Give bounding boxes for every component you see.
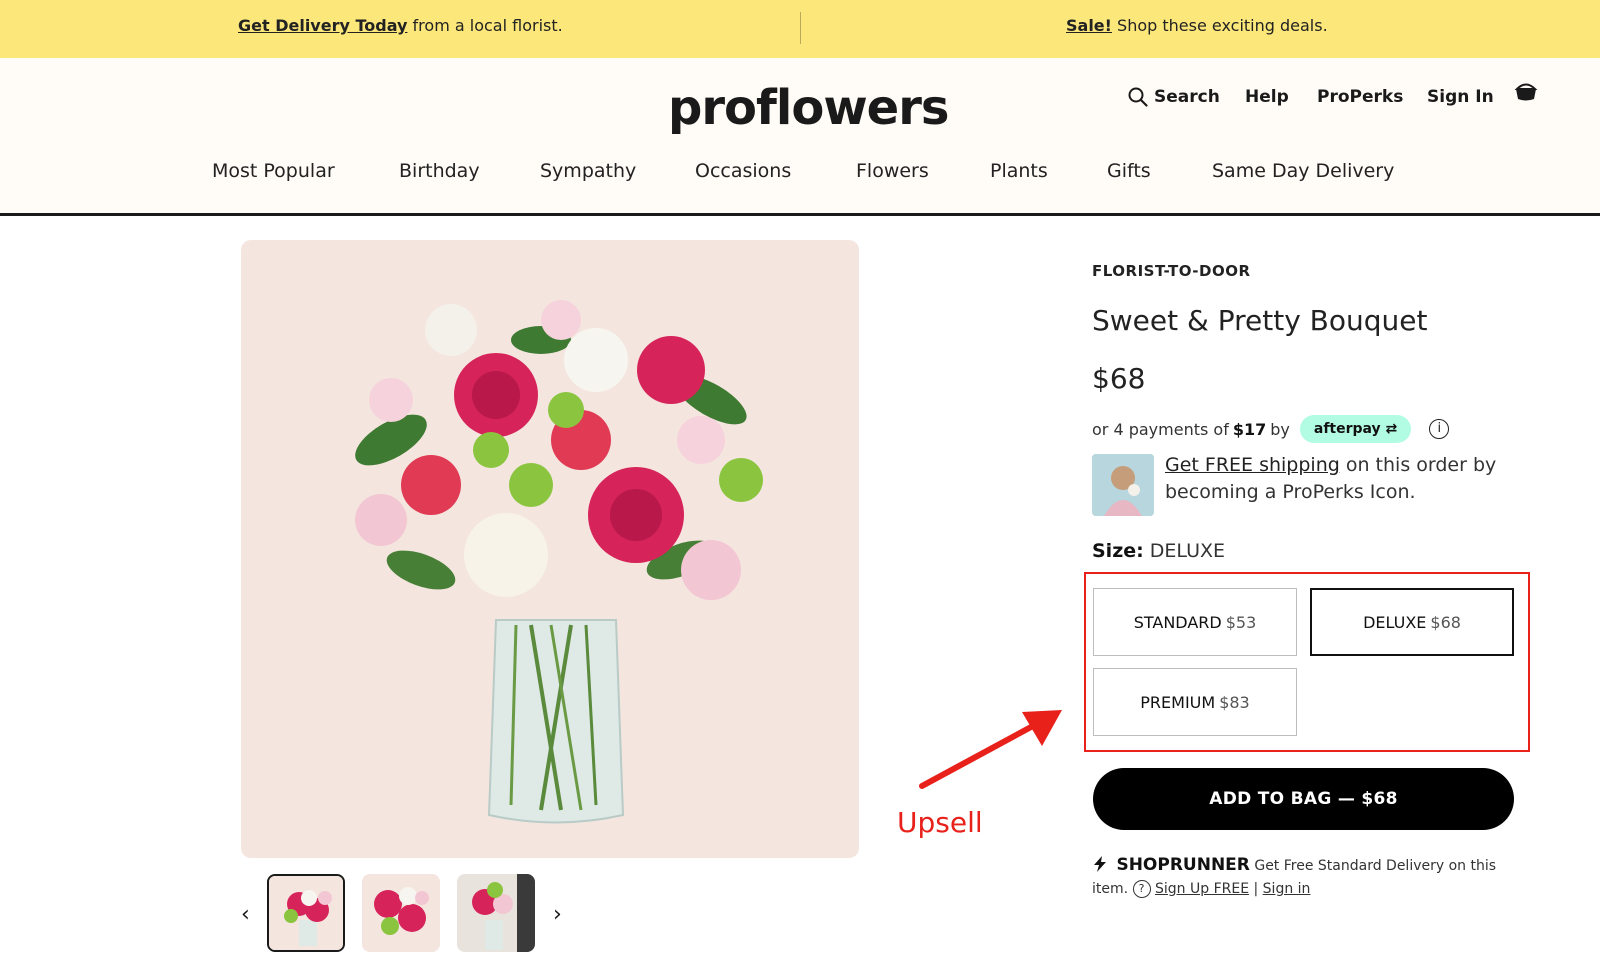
site-header: proflowers Search Help ProPerks Sign In … xyxy=(0,58,1600,216)
afterpay-row: or 4 payments of $17 by afterpay ⇄ i xyxy=(1092,412,1450,446)
promo-delivery-text: from a local florist. xyxy=(407,16,563,35)
size-label: Size: xyxy=(1092,540,1144,562)
afterpay-prefix: or 4 payments of xyxy=(1092,419,1229,439)
properks-person-image xyxy=(1092,454,1154,516)
size-value: DELUXE xyxy=(1149,540,1225,562)
thumbnail-gallery: ‹ › xyxy=(241,874,571,958)
shoprunner-logo: SHOPRUNNER xyxy=(1116,855,1250,875)
search-icon xyxy=(1128,87,1148,107)
afterpay-badge[interactable]: afterpay ⇄ xyxy=(1299,415,1412,443)
size-selector-label: Size: DELUXE xyxy=(1092,540,1225,562)
thumbnail-2[interactable] xyxy=(362,874,440,952)
main-nav: Most Popular Birthday Sympathy Occasions… xyxy=(0,160,1600,200)
upsell-annotation-label: Upsell xyxy=(897,806,983,839)
size-option-name: PREMIUM xyxy=(1140,692,1216,712)
product-image[interactable] xyxy=(241,240,859,858)
shoprunner-signup-link[interactable]: Sign Up FREE xyxy=(1155,881,1249,897)
help-link[interactable]: Help xyxy=(1245,82,1289,112)
nav-same-day-delivery[interactable]: Same Day Delivery xyxy=(1212,160,1394,182)
size-option-standard[interactable]: STANDARD $53 xyxy=(1093,588,1297,656)
add-to-bag-button[interactable]: ADD TO BAG — $68 xyxy=(1093,768,1514,830)
annotation-arrow-icon xyxy=(919,710,1062,789)
chevron-right-icon[interactable]: › xyxy=(553,902,562,927)
thumbnail-bouquet-image xyxy=(269,876,343,950)
search-button[interactable]: Search xyxy=(1128,82,1220,112)
thumbnail-1[interactable] xyxy=(267,874,345,952)
size-option-price: $53 xyxy=(1225,612,1257,632)
promo-delivery-link[interactable]: Get Delivery Today xyxy=(238,16,407,35)
promo-sale-link[interactable]: Sale! xyxy=(1066,16,1112,35)
size-option-premium[interactable]: PREMIUM $83 xyxy=(1093,668,1297,736)
basket-icon xyxy=(1514,83,1538,101)
nav-gifts[interactable]: Gifts xyxy=(1107,160,1151,182)
thumbnail-closeup-image xyxy=(362,874,440,952)
help-circle-icon[interactable]: ? xyxy=(1132,880,1151,898)
nav-occasions[interactable]: Occasions xyxy=(695,160,791,182)
chevron-left-icon[interactable]: ‹ xyxy=(241,902,250,927)
properks-promo: Get FREE shipping on this order by becom… xyxy=(1165,452,1505,506)
thumbnail-3[interactable] xyxy=(457,874,535,952)
bouquet-illustration xyxy=(355,300,763,824)
site-logo[interactable]: proflowers xyxy=(668,80,949,136)
promo-delivery-today[interactable]: Get Delivery Today from a local florist. xyxy=(238,0,563,58)
search-label: Search xyxy=(1154,87,1220,107)
nav-sympathy[interactable]: Sympathy xyxy=(540,160,636,182)
nav-flowers[interactable]: Flowers xyxy=(856,160,929,182)
product-price: $68 xyxy=(1092,362,1146,395)
product-title: Sweet & Pretty Bouquet xyxy=(1092,304,1428,337)
promo-sale[interactable]: Sale! Shop these exciting deals. xyxy=(1066,0,1328,58)
shoprunner-separator: | xyxy=(1253,881,1259,897)
shoprunner-signin-link[interactable]: Sign in xyxy=(1263,881,1311,897)
promo-bar: Get Delivery Today from a local florist.… xyxy=(0,0,1600,58)
properks-link[interactable]: ProPerks xyxy=(1317,82,1403,112)
size-option-name: STANDARD xyxy=(1133,612,1222,632)
nav-most-popular[interactable]: Most Popular xyxy=(212,160,335,182)
size-option-deluxe[interactable]: DELUXE $68 xyxy=(1310,588,1514,656)
thumbnail-lifestyle-image xyxy=(457,874,535,952)
free-shipping-link[interactable]: Get FREE shipping xyxy=(1165,454,1340,476)
shoprunner-icon xyxy=(1094,856,1106,872)
size-option-name: DELUXE xyxy=(1363,612,1427,632)
properks-avatar xyxy=(1092,454,1154,516)
promo-divider xyxy=(800,12,801,44)
nav-plants[interactable]: Plants xyxy=(990,160,1048,182)
info-icon[interactable]: i xyxy=(1429,419,1450,439)
nav-birthday[interactable]: Birthday xyxy=(399,160,480,182)
size-option-price: $83 xyxy=(1219,692,1250,712)
product-eyebrow: FLORIST-TO-DOOR xyxy=(1092,262,1251,280)
shoprunner-block: SHOPRUNNER Get Free Standard Delivery on… xyxy=(1092,854,1512,901)
sign-in-link[interactable]: Sign In xyxy=(1427,82,1494,112)
promo-sale-text: Shop these exciting deals. xyxy=(1111,16,1328,35)
afterpay-logo: afterpay xyxy=(1313,421,1381,437)
size-option-price: $68 xyxy=(1430,612,1461,632)
afterpay-by: by xyxy=(1270,419,1290,439)
cart-button[interactable] xyxy=(1514,76,1538,106)
afterpay-amount: $17 xyxy=(1232,419,1267,439)
